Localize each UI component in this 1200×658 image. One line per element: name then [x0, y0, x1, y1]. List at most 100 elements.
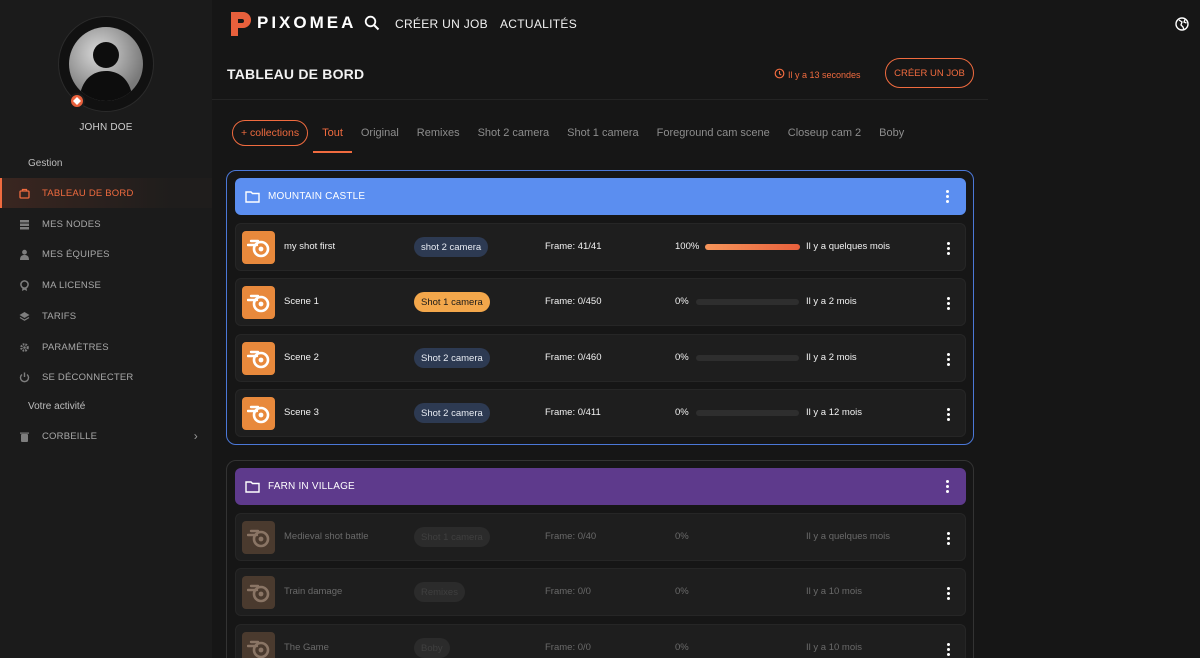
sidebar-item-settings[interactable]: PARAMÈTRES	[0, 332, 212, 362]
dashboard-icon	[18, 187, 30, 199]
job-progress-percent: 100%	[675, 241, 700, 252]
sidebar-item-label: MES NODES	[42, 218, 101, 230]
job-tag[interactable]: Shot 1 camera	[414, 527, 490, 547]
page-title: TABLEAU DE BORD	[227, 66, 365, 82]
logo[interactable]: PIXOMEA	[228, 8, 356, 38]
blender-icon	[242, 286, 275, 319]
job-name: Scene 1	[284, 296, 319, 307]
globe-icon[interactable]	[1175, 17, 1189, 31]
job-row[interactable]: my shot first shot 2 camera Frame: 41/41…	[235, 223, 966, 271]
sidebar: JOHN DOE Gestion TABLEAU DE BORD MES NOD…	[0, 0, 212, 658]
tab-boby[interactable]: Boby	[870, 120, 913, 153]
header-divider	[212, 99, 988, 100]
job-tag[interactable]: Shot 2 camera	[414, 403, 490, 423]
job-row[interactable]: Scene 2 Shot 2 camera Frame: 0/460 0% Il…	[235, 334, 966, 382]
row-menu-icon[interactable]	[943, 531, 953, 546]
sidebar-item-trash[interactable]: CORBEILLE ›	[0, 421, 212, 451]
job-row[interactable]: Medieval shot battle Shot 1 camera Frame…	[235, 513, 966, 561]
license-icon	[18, 279, 30, 291]
sidebar-item-label: PARAMÈTRES	[42, 341, 109, 353]
job-row[interactable]: The Game Boby Frame: 0/0 0% Il y a 10 mo…	[235, 624, 966, 658]
job-tag[interactable]: shot 2 camera	[414, 237, 489, 257]
row-menu-icon[interactable]	[943, 352, 953, 367]
nav-news[interactable]: ACTUALITÉS	[500, 17, 577, 31]
sidebar-item-label: MA LICENSE	[42, 279, 102, 291]
job-time: Il y a quelques mois	[806, 531, 890, 542]
user-avatar-image	[69, 27, 143, 101]
row-menu-icon[interactable]	[943, 296, 953, 311]
row-menu-icon[interactable]	[943, 586, 953, 601]
blender-icon	[242, 397, 275, 430]
collection-header[interactable]: MOUNTAIN CASTLE	[235, 178, 966, 215]
collection-menu-icon[interactable]	[942, 189, 952, 204]
job-time: Il y a 12 mois	[806, 407, 862, 418]
pixomea-logo-icon	[231, 12, 251, 36]
create-job-button[interactable]: CRÉER UN JOB	[885, 58, 974, 88]
collection-menu-icon[interactable]	[942, 479, 952, 494]
blender-icon	[242, 632, 275, 658]
job-row[interactable]: Scene 3 Shot 2 camera Frame: 0/411 0% Il…	[235, 389, 966, 437]
search-icon[interactable]	[364, 15, 380, 31]
tab-closeup-cam-2[interactable]: Closeup cam 2	[779, 120, 870, 153]
refresh-clock-icon	[774, 68, 785, 81]
job-name: Medieval shot battle	[284, 531, 369, 542]
last-update-text: Il y a 13 secondes	[788, 69, 861, 80]
job-time: Il y a quelques mois	[806, 241, 890, 252]
job-name: Scene 3	[284, 407, 319, 418]
row-menu-icon[interactable]	[943, 407, 953, 422]
sidebar-item-dashboard[interactable]: TABLEAU DE BORD	[0, 178, 212, 208]
tab-tout[interactable]: Tout	[313, 120, 352, 153]
tab-original[interactable]: Original	[352, 120, 408, 153]
sidebar-item-pricing[interactable]: TARIFS	[0, 301, 212, 331]
section-gestion-label: Gestion	[28, 158, 63, 169]
sidebar-item-teams[interactable]: MES ÉQUIPES	[0, 239, 212, 269]
topbar: PIXOMEA CRÉER UN JOB ACTUALITÉS	[212, 0, 1200, 48]
job-row[interactable]: Scene 1 Shot 1 camera Frame: 0/450 0% Il…	[235, 278, 966, 326]
tab-shot-2-camera[interactable]: Shot 2 camera	[469, 120, 559, 153]
section-activity-label: Votre activité	[28, 401, 86, 412]
collection-card: FARN IN VILLAGE Medieval shot battle Sho…	[226, 460, 974, 658]
job-time: Il y a 10 mois	[806, 642, 862, 653]
sidebar-item-label: SE DÉCONNECTER	[42, 371, 134, 383]
row-menu-icon[interactable]	[943, 642, 953, 657]
job-progress-percent: 0%	[675, 586, 689, 597]
job-frame: Frame: 0/450	[545, 296, 602, 307]
server-icon	[18, 218, 30, 230]
sidebar-item-nodes[interactable]: MES NODES	[0, 209, 212, 239]
logo-text: PIXOMEA	[257, 13, 357, 32]
job-tag[interactable]: Shot 1 camera	[414, 292, 490, 312]
job-progress-percent: 0%	[675, 296, 689, 307]
job-tag[interactable]: Remixes	[414, 582, 465, 602]
job-time: Il y a 2 mois	[806, 352, 857, 363]
sidebar-item-license[interactable]: MA LICENSE	[0, 270, 212, 300]
last-update[interactable]: Il y a 13 secondes	[774, 68, 861, 81]
collection-tabs: + collections Tout Original Remixes Shot…	[232, 120, 913, 154]
collection-title: MOUNTAIN CASTLE	[268, 191, 366, 202]
job-name: Scene 2	[284, 352, 319, 363]
folder-icon	[245, 191, 260, 203]
job-progress-bar	[696, 410, 799, 416]
row-menu-icon[interactable]	[943, 241, 953, 256]
job-tag[interactable]: Shot 2 camera	[414, 348, 490, 368]
tab-foreground-cam-scene[interactable]: Foreground cam scene	[648, 120, 779, 153]
job-progress-percent: 0%	[675, 352, 689, 363]
job-name: my shot first	[284, 241, 336, 252]
job-row[interactable]: Train damage Remixes Frame: 0/0 0% Il y …	[235, 568, 966, 616]
tab-remixes[interactable]: Remixes	[408, 120, 469, 153]
blender-icon	[242, 342, 275, 375]
avatar[interactable]	[58, 16, 154, 112]
job-tag[interactable]: Boby	[414, 638, 450, 658]
job-progress-bar	[696, 299, 799, 305]
add-collection-button[interactable]: + collections	[232, 120, 309, 146]
chevron-right-icon: ›	[193, 429, 198, 443]
tab-shot-1-camera[interactable]: Shot 1 camera	[558, 120, 648, 153]
nav-create-job[interactable]: CRÉER UN JOB	[395, 17, 488, 31]
job-frame: Frame: 0/40	[545, 531, 597, 542]
sidebar-item-logout[interactable]: SE DÉCONNECTER	[0, 362, 212, 392]
sidebar-item-label: MES ÉQUIPES	[42, 248, 110, 260]
user-icon	[18, 248, 30, 260]
job-frame: Frame: 0/411	[545, 407, 601, 418]
collection-header[interactable]: FARN IN VILLAGE	[235, 468, 966, 505]
job-time: Il y a 2 mois	[806, 296, 857, 307]
sidebar-item-label: TARIFS	[42, 310, 77, 322]
